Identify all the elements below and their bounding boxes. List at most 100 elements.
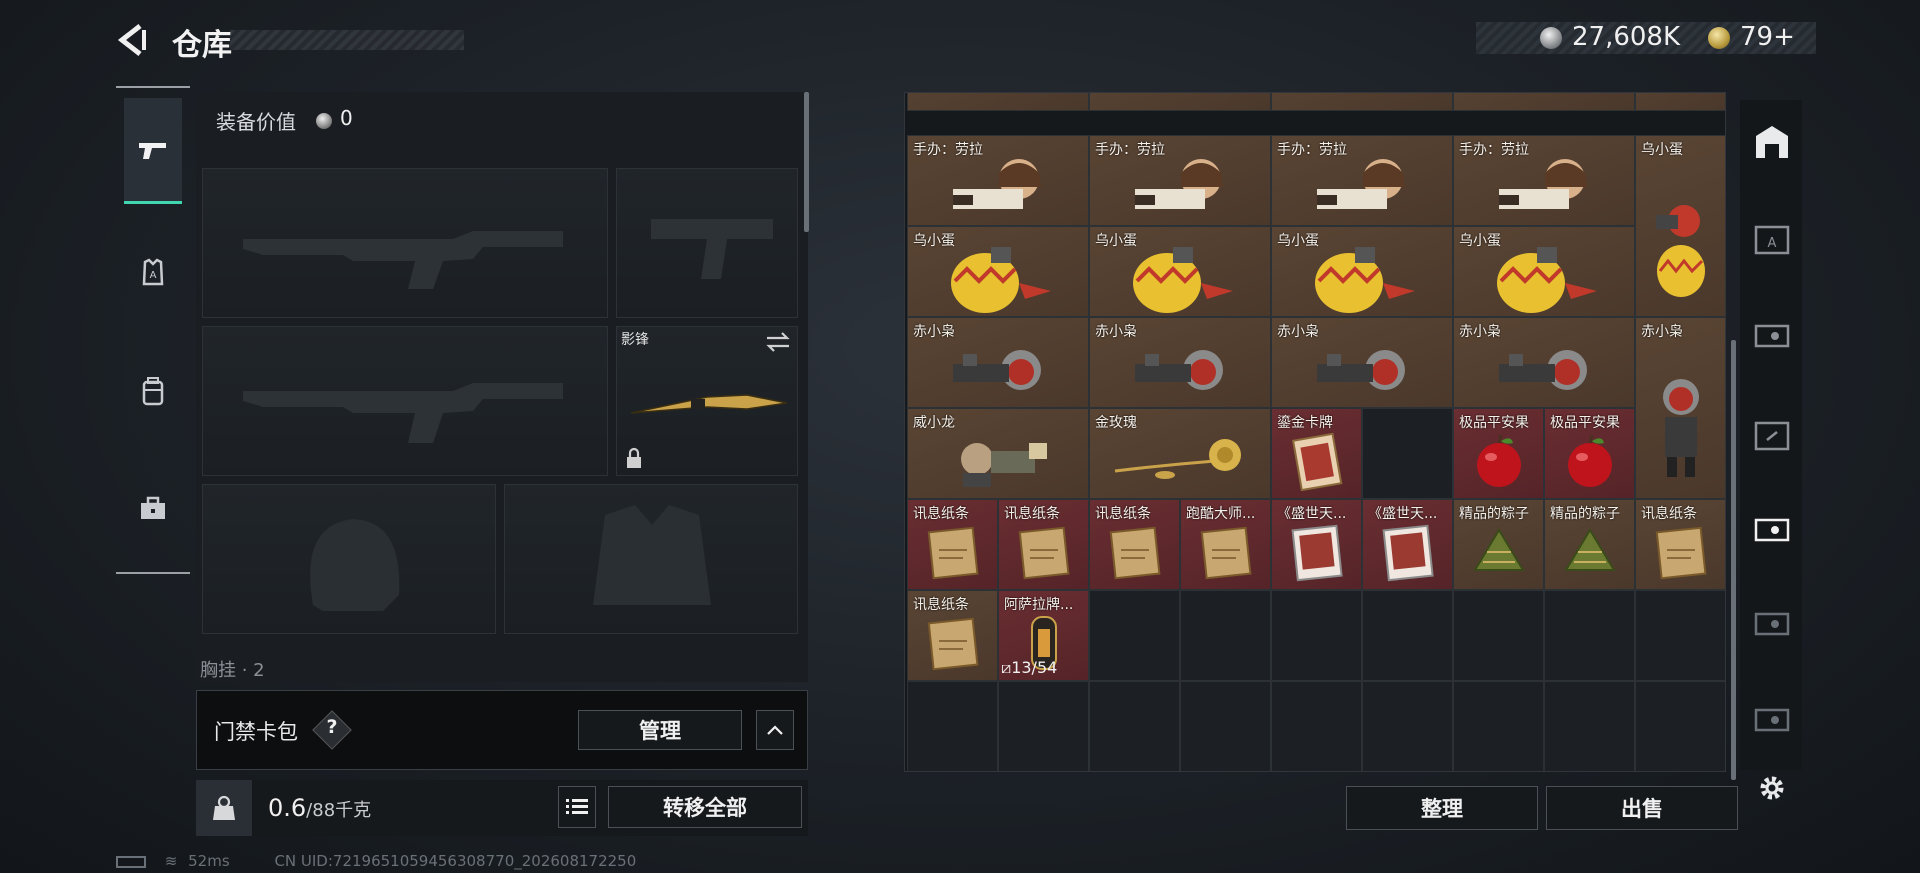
nav-tab-weapons[interactable] <box>124 98 182 204</box>
grid-scrollbar[interactable] <box>1731 340 1736 780</box>
grid-empty-slot[interactable] <box>1180 681 1271 771</box>
egg-figure-icon <box>951 246 1051 313</box>
grid-item[interactable]: 赤小枭 <box>1089 317 1271 408</box>
grid-item[interactable]: 讯息纸条 <box>998 499 1089 590</box>
grid-item[interactable]: 乌小蛋 <box>1453 226 1635 317</box>
storage-tab-case-3[interactable] <box>1752 700 1792 740</box>
grid-item[interactable]: 精品的粽子 <box>1453 499 1544 590</box>
grid-item[interactable]: 乌小蛋 <box>1089 226 1271 317</box>
grid-empty-slot[interactable] <box>1271 681 1362 771</box>
storage-tab-case-active[interactable] <box>1752 510 1792 550</box>
storage-tab-gti-b[interactable] <box>1752 416 1792 456</box>
weight-lock-button[interactable] <box>196 780 252 836</box>
grid-item[interactable]: 手办：劳拉 <box>1089 135 1271 226</box>
grid-item[interactable]: 阿萨拉牌... ⧄13/54 <box>998 590 1089 681</box>
armor-slot[interactable] <box>504 484 798 634</box>
grid-item[interactable]: 讯息纸条 <box>907 499 998 590</box>
paper-note-icon <box>927 526 978 579</box>
egg-figure-icon <box>1133 246 1233 313</box>
figure-icon <box>1317 158 1405 209</box>
back-arrow-icon[interactable] <box>114 22 150 58</box>
item-name: 极品平安果 <box>1550 415 1620 431</box>
grid-item[interactable] <box>1089 93 1271 111</box>
nav-tab-backpack[interactable] <box>124 338 182 444</box>
grid-item[interactable]: 乌小蛋 <box>1635 135 1725 317</box>
grid-item[interactable]: 手办：劳拉 <box>1453 135 1635 226</box>
grid-item[interactable]: 乌小蛋 <box>907 226 1089 317</box>
nav-tab-toolbox[interactable] <box>124 456 182 562</box>
grid-empty-slot[interactable] <box>1089 590 1180 681</box>
equip-value: 0 <box>340 106 353 130</box>
nav-tab-armor[interactable]: A <box>124 220 182 326</box>
storage-tab-case-1[interactable] <box>1752 316 1792 356</box>
grid-item[interactable]: 鎏金卡牌 <box>1271 408 1362 499</box>
grid-empty-slot[interactable] <box>1271 590 1362 681</box>
grid-empty-slot[interactable] <box>1544 590 1635 681</box>
storage-tab-gti-a[interactable]: A <box>1752 220 1792 260</box>
grid-item[interactable] <box>1271 93 1453 111</box>
grid-item[interactable]: 讯息纸条 <box>1089 499 1180 590</box>
storage-tab-case-2[interactable] <box>1752 604 1792 644</box>
grid-empty-slot[interactable] <box>1453 681 1544 771</box>
grid-item[interactable]: 赤小枭 <box>907 317 1089 408</box>
transfer-all-button[interactable]: 转移全部 <box>608 786 802 828</box>
pistol-slot[interactable] <box>616 168 798 318</box>
grid-item[interactable]: 赤小枭 <box>1453 317 1635 408</box>
owl-figure-icon <box>1135 349 1223 390</box>
grid-item[interactable]: 跑酷大师... <box>1180 499 1271 590</box>
golden-rose-icon <box>1114 438 1241 479</box>
grid-item[interactable] <box>1453 93 1635 111</box>
grid-item[interactable]: 乌小蛋 <box>1271 226 1453 317</box>
grid-empty-slot[interactable] <box>1362 590 1453 681</box>
grid-item[interactable]: 金玫瑰 <box>1089 408 1271 499</box>
expand-button[interactable] <box>756 710 794 750</box>
grid-empty-slot[interactable] <box>1635 590 1725 681</box>
grid-item[interactable] <box>907 93 1089 111</box>
grid-item[interactable] <box>1635 93 1725 111</box>
storage-home-tab[interactable] <box>1752 122 1792 162</box>
knife-icon <box>630 394 788 414</box>
grid-empty-slot[interactable] <box>1180 590 1271 681</box>
grid-empty-slot[interactable] <box>1544 681 1635 771</box>
grid-item[interactable]: 精品的粽子 <box>1544 499 1635 590</box>
scrollbar[interactable] <box>804 92 809 232</box>
grid-item[interactable]: 《盛世天... <box>1362 499 1453 590</box>
card-count: 13/54 <box>1011 658 1058 677</box>
grid-empty-slot[interactable] <box>1635 681 1725 771</box>
grid-item[interactable]: 威小龙 <box>907 408 1089 499</box>
grid-empty-slot[interactable] <box>1362 681 1453 771</box>
primary-weapon-slot[interactable] <box>202 168 608 318</box>
warehouse-icon <box>1756 126 1788 158</box>
weight-unit: /88千克 <box>306 800 372 821</box>
status-line: ≋ 52ms CN UID:7219651059456308770_202608… <box>116 852 636 870</box>
premium-balance[interactable]: 79+ <box>1740 22 1795 52</box>
grid-item[interactable]: 极品平安果 <box>1544 408 1635 499</box>
grid-empty-slot[interactable] <box>907 681 998 771</box>
grid-empty-slot[interactable] <box>998 681 1089 771</box>
grid-empty-slot[interactable] <box>1089 681 1180 771</box>
grid-item[interactable]: 赤小枭 <box>1635 317 1725 499</box>
grid-item[interactable]: 手办：劳拉 <box>1271 135 1453 226</box>
manage-button[interactable]: 管理 <box>578 710 742 750</box>
item-name: 讯息纸条 <box>1095 506 1151 522</box>
list-view-button[interactable] <box>558 786 596 828</box>
helmet-slot[interactable] <box>202 484 496 634</box>
svg-text:A: A <box>1768 236 1777 251</box>
sell-button[interactable]: 出售 <box>1546 786 1738 830</box>
card-pack-label: 门禁卡包 <box>214 720 298 744</box>
grid-item[interactable]: 赤小枭 <box>1271 317 1453 408</box>
grid-item[interactable]: 讯息纸条 <box>1635 499 1725 590</box>
grid-item[interactable]: 讯息纸条 <box>907 590 998 681</box>
grid-item[interactable]: 极品平安果 <box>1453 408 1544 499</box>
gear-icon[interactable] <box>1756 772 1788 804</box>
sort-button[interactable]: 整理 <box>1346 786 1538 830</box>
grid-empty-slot[interactable] <box>1453 590 1544 681</box>
secondary-weapon-slot[interactable] <box>202 326 608 476</box>
grid-empty-slot[interactable] <box>1362 408 1453 499</box>
grid-item[interactable]: 《盛世天... <box>1271 499 1362 590</box>
zongzi-icon <box>1472 527 1525 571</box>
chevron-up-icon <box>767 725 783 735</box>
armor-icon: A <box>142 258 164 286</box>
melee-slot[interactable]: 影锋 <box>616 326 798 476</box>
grid-item[interactable]: 手办：劳拉 <box>907 135 1089 226</box>
